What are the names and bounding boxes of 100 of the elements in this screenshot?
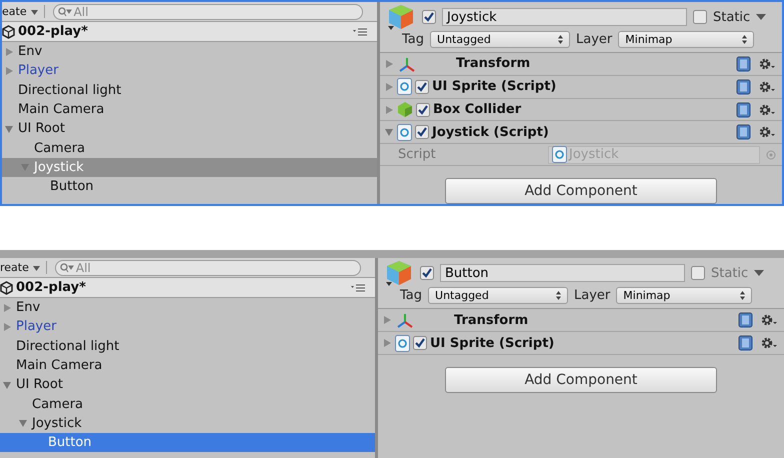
add-component-button[interactable]: Add Component (445, 178, 717, 204)
object-name: Player (16, 319, 56, 334)
layer-dropdown[interactable]: Minimap (618, 30, 754, 48)
object-name: Env (18, 44, 42, 60)
menu-icon[interactable] (351, 284, 365, 292)
script-file-icon (395, 334, 410, 352)
hierarchy-row[interactable]: UI Root (2, 119, 377, 138)
component-header[interactable]: Transform (380, 53, 782, 76)
cube-icon (386, 2, 416, 32)
component-header[interactable]: Joystick (Script) (380, 121, 782, 144)
object-name: Button (48, 435, 92, 450)
settings-icon[interactable] (758, 102, 776, 117)
create-menu[interactable]: reate (0, 261, 47, 274)
object-name: UI Root (18, 121, 65, 136)
layer-label: Layer (576, 32, 612, 46)
up-down-arrows-icon (740, 290, 746, 300)
up-down-arrows-icon (558, 34, 564, 44)
object-name: Directional light (18, 82, 122, 98)
object-name: Camera (34, 140, 86, 156)
hierarchy-row[interactable]: Camera (0, 394, 375, 414)
up-down-arrows-icon (556, 290, 562, 300)
hierarchy-row[interactable]: Player (2, 61, 377, 81)
tag-dropdown[interactable]: Untagged (430, 30, 570, 48)
script-file-icon (552, 146, 567, 164)
dropdown-arrow-icon[interactable] (756, 13, 766, 21)
hierarchy-row[interactable]: Directional light (2, 80, 377, 100)
object-name: Camera (32, 396, 84, 412)
object-name: Button (50, 179, 94, 194)
layer-label: Layer (574, 288, 610, 302)
dropdown-arrow-icon[interactable] (754, 269, 764, 277)
checkbox[interactable] (422, 10, 436, 24)
settings-icon[interactable] (758, 80, 776, 94)
search-icon (58, 6, 72, 16)
hierarchy-row[interactable]: Camera (2, 138, 377, 158)
component-title: Transform (454, 312, 530, 328)
expanded-arrow-icon[interactable] (2, 380, 12, 390)
hierarchy-row[interactable]: Player (0, 317, 375, 337)
checkbox[interactable] (415, 125, 429, 140)
component-title: UI Sprite (Script) (430, 336, 556, 350)
object-name-field[interactable]: Button (440, 264, 685, 282)
tag-label: Tag (402, 32, 424, 46)
hierarchy-row[interactable]: Env (0, 298, 375, 318)
static-label: Static (713, 10, 750, 24)
object-name: Joystick (32, 416, 82, 431)
object-name: Joystick (34, 160, 84, 175)
checkbox[interactable] (691, 266, 705, 280)
component-title: Box Collider (433, 102, 522, 118)
script-file-icon (397, 78, 412, 96)
object-name: Main Camera (16, 358, 102, 374)
settings-icon[interactable] (760, 313, 778, 327)
scene-name: 002-play* (18, 24, 89, 39)
component-title: Transform (456, 56, 532, 72)
tag-dropdown[interactable]: Untagged (428, 286, 568, 304)
hierarchy-row[interactable]: Directional light (0, 336, 375, 356)
checkbox[interactable] (413, 336, 427, 350)
tag-label: Tag (400, 288, 422, 302)
up-down-arrows-icon (742, 34, 748, 44)
hierarchy-row[interactable]: UI Root (0, 375, 375, 394)
cube-icon (384, 258, 414, 288)
settings-icon[interactable] (758, 56, 776, 71)
component-header[interactable]: Box Collider (380, 98, 782, 122)
scene-name: 002-play* (16, 280, 87, 295)
axes-icon (397, 56, 417, 72)
component-title: Joystick (Script) (432, 124, 550, 140)
component-header[interactable]: Transform (378, 309, 784, 332)
add-component-button[interactable]: Add Component (445, 367, 717, 393)
static-label: Static (711, 266, 748, 280)
collider-cube-icon (397, 101, 413, 118)
component-header[interactable]: UI Sprite (Script) (378, 332, 784, 355)
script-file-icon (397, 124, 412, 141)
object-name: UI Root (16, 377, 63, 392)
hierarchy-row[interactable]: Env (2, 42, 377, 62)
checkbox[interactable] (416, 102, 430, 117)
checkbox[interactable] (693, 10, 707, 24)
caret-icon (32, 266, 40, 271)
caret-icon (30, 10, 38, 15)
expanded-arrow-icon[interactable] (18, 418, 28, 428)
hierarchy-row[interactable]: Button (0, 433, 375, 452)
axes-icon (395, 312, 415, 328)
object-name: Main Camera (18, 102, 104, 118)
hierarchy-row[interactable]: Main Camera (0, 356, 375, 376)
hierarchy-row[interactable]: Joystick (0, 414, 375, 434)
expanded-arrow-icon[interactable] (4, 124, 14, 134)
object-name-field[interactable]: Joystick (442, 8, 687, 26)
checkbox[interactable] (420, 266, 434, 280)
hierarchy-row[interactable]: Button (2, 177, 377, 196)
create-menu[interactable]: eate (2, 5, 45, 18)
hierarchy-row[interactable]: Main Camera (2, 100, 377, 120)
expanded-arrow-icon[interactable] (384, 127, 394, 138)
object-name: Directional light (16, 338, 120, 354)
settings-icon[interactable] (760, 336, 778, 350)
field-label: Script (398, 147, 436, 162)
component-title: UI Sprite (Script) (432, 79, 558, 94)
search-icon (60, 262, 74, 272)
layer-dropdown[interactable]: Minimap (616, 286, 752, 304)
component-header[interactable]: UI Sprite (Script) (380, 76, 782, 99)
menu-icon[interactable] (353, 28, 367, 36)
settings-icon[interactable] (758, 125, 776, 140)
checkbox[interactable] (415, 80, 429, 94)
object-name: Env (16, 300, 40, 316)
